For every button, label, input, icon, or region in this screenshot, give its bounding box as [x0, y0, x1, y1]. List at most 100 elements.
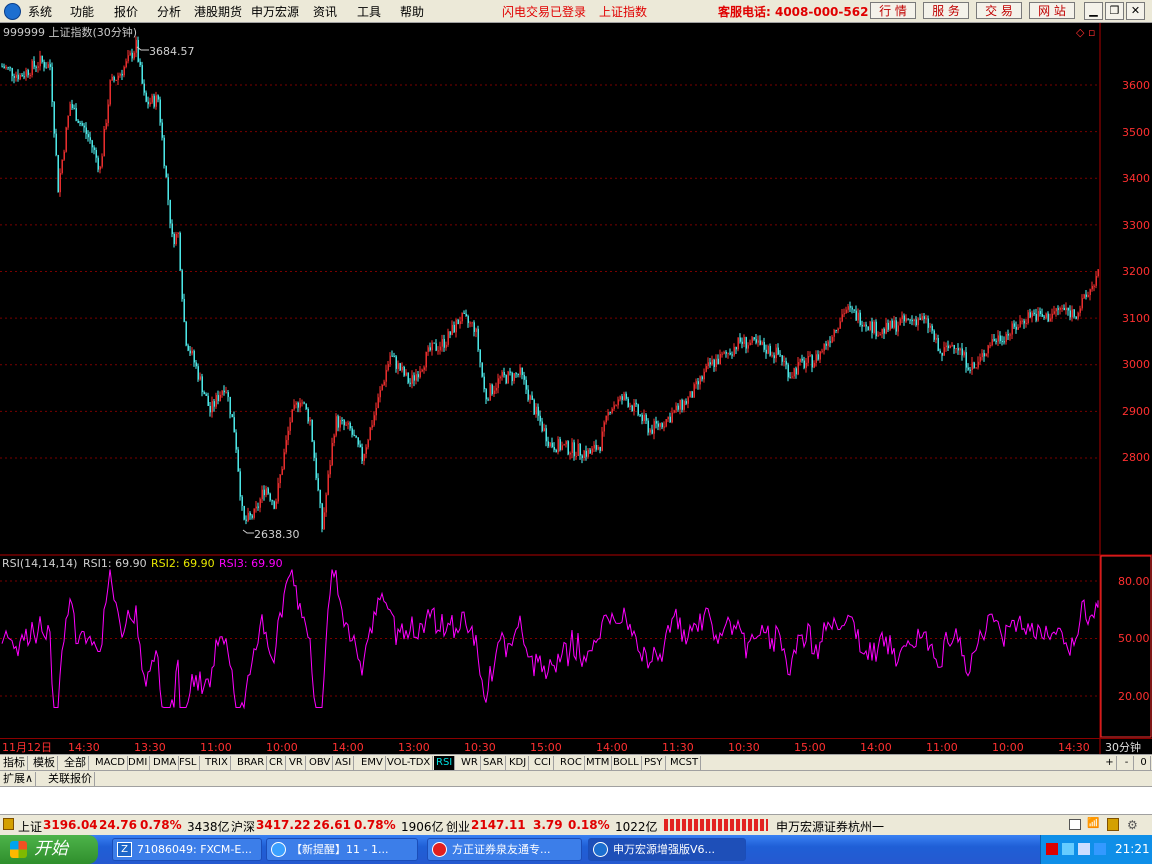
candle-body [437, 350, 439, 352]
zoom-out-button[interactable]: - [1120, 756, 1134, 770]
menu-system[interactable]: 系统 [28, 3, 52, 20]
tab-expand[interactable]: 扩展∧ [1, 772, 37, 786]
tab-all[interactable]: 全部 [62, 756, 89, 770]
menu-news[interactable]: 资讯 [313, 3, 337, 20]
nav-trade-button[interactable]: 交 易 [976, 2, 1022, 19]
cy-index-label[interactable]: 创业 [446, 818, 470, 835]
candle-body [87, 134, 89, 138]
hs-index-label[interactable]: 沪深 [231, 818, 255, 835]
sh-index-label[interactable]: 上证 [18, 818, 42, 835]
clock[interactable]: 21:21 [1115, 842, 1150, 856]
menu-function[interactable]: 功能 [70, 3, 94, 20]
tab-kdj[interactable]: KDJ [507, 756, 530, 770]
nav-service-button[interactable]: 服 务 [923, 2, 969, 19]
nav-website-button[interactable]: 网 站 [1029, 2, 1075, 19]
rsi-tick-50: 50.00 [1118, 632, 1150, 645]
tab-indicator[interactable]: 指标 [1, 756, 28, 770]
taskbar-reminder[interactable]: 【新提醒】11 - 1... [266, 838, 418, 861]
signal-icon[interactable]: 📶 [1087, 818, 1099, 831]
candle-body [1083, 294, 1085, 299]
tab-dma[interactable]: DMA [151, 756, 180, 770]
tab-cci[interactable]: CCI [532, 756, 554, 770]
tab-macd[interactable]: MACD [93, 756, 128, 770]
candle-body [409, 382, 411, 384]
period-label[interactable]: 30分钟 [1105, 740, 1141, 754]
tab-mcst[interactable]: MCST [668, 756, 702, 770]
tab-vr[interactable]: VR [287, 756, 306, 770]
tab-emv[interactable]: EMV [359, 756, 386, 770]
candle-body [825, 343, 827, 346]
tab-mtm[interactable]: MTM [584, 756, 613, 770]
menu-hk-futures[interactable]: 港股期货 [194, 3, 242, 20]
chart-window-icon[interactable]: ▫ [1088, 26, 1095, 39]
close-icon[interactable]: ✕ [1126, 2, 1145, 20]
candle-body [681, 399, 683, 410]
candle-body [1053, 311, 1055, 314]
tab-fsl[interactable]: FSL [177, 756, 200, 770]
tray-app-icon[interactable] [1046, 843, 1058, 855]
tray-volume-icon[interactable] [1078, 843, 1090, 855]
tab-template[interactable]: 模板 [31, 756, 58, 770]
chart-area[interactable]: 999999 上证指数(30分钟) ◇ ▫ 3684.57 2638.30 RS… [0, 23, 1152, 738]
tab-related-quotes[interactable]: 关联报价 [46, 772, 95, 786]
start-button[interactable]: 开始 [0, 835, 98, 864]
candle-body [213, 401, 215, 407]
tab-obv[interactable]: OBV [307, 756, 334, 770]
kline-chart-svg[interactable]: 999999 上证指数(30分钟) ◇ ▫ 3684.57 2638.30 RS… [0, 23, 1152, 738]
menu-quote[interactable]: 报价 [114, 3, 138, 20]
tray-shield-icon[interactable] [1094, 843, 1106, 855]
candle-body [389, 355, 391, 365]
candle-body [745, 337, 747, 349]
candle-body [747, 345, 749, 349]
nav-market-button[interactable]: 行 情 [870, 2, 916, 19]
tray-network-icon[interactable] [1062, 843, 1074, 855]
candle-body [839, 321, 841, 329]
cy-index-change: 3.79 [533, 818, 563, 832]
current-symbol-status: 上证指数 [599, 5, 648, 19]
tab-vol-tdx[interactable]: VOL-TDX [385, 756, 434, 770]
tab-boll[interactable]: BOLL [611, 756, 642, 770]
candle-body [1077, 312, 1079, 319]
tab-cr[interactable]: CR [267, 756, 286, 770]
tab-brar[interactable]: BRAR [235, 756, 268, 770]
candle-body [957, 348, 959, 351]
tab-asi[interactable]: ASI [333, 756, 355, 770]
tab-rsi[interactable]: RSI [434, 756, 456, 770]
candle-body [1045, 313, 1047, 318]
menu-analysis[interactable]: 分析 [157, 3, 181, 20]
candle-body [713, 359, 715, 367]
candle-body [571, 442, 573, 453]
time-label: 10:30 [464, 741, 496, 754]
message-icon[interactable] [1069, 819, 1081, 830]
zoom-in-button[interactable]: + [1103, 756, 1117, 770]
taskbar-founder[interactable]: 方正证券泉友通专... [427, 838, 582, 861]
candle-body [353, 434, 355, 437]
candle-body [849, 306, 851, 308]
tab-roc[interactable]: ROC [558, 756, 585, 770]
tab-sar[interactable]: SAR [481, 756, 507, 770]
task-label: 【新提醒】11 - 1... [291, 843, 389, 856]
lock-status-icon[interactable] [1107, 818, 1119, 831]
settings-icon[interactable]: ⚙ [1127, 818, 1141, 832]
zoom-reset-button[interactable]: 0 [1137, 756, 1151, 770]
candle-body [441, 338, 443, 347]
task-label: 71086049: FXCM-E... [137, 843, 252, 856]
tab-wr[interactable]: WR [459, 756, 481, 770]
candle-body [33, 60, 35, 67]
menu-help[interactable]: 帮助 [400, 3, 424, 20]
taskbar-swhy[interactable]: 申万宏源增强版V6... [588, 838, 746, 861]
candle-body [285, 440, 287, 453]
minimize-icon[interactable]: ▁ [1084, 2, 1103, 20]
tab-dmi[interactable]: DMI [126, 756, 151, 770]
candle-body [199, 376, 201, 380]
tab-trix[interactable]: TRIX [203, 756, 231, 770]
candle-body [323, 512, 325, 530]
candle-body [845, 309, 847, 314]
tab-psy[interactable]: PSY [642, 756, 666, 770]
menu-swhy[interactable]: 申万宏源 [251, 3, 299, 20]
candle-body [1061, 307, 1063, 309]
menu-tools[interactable]: 工具 [357, 3, 381, 20]
taskbar-fxcm[interactable]: Z 71086049: FXCM-E... [112, 838, 262, 861]
chart-diamond-icon[interactable]: ◇ [1076, 26, 1085, 39]
restore-icon[interactable]: ❐ [1105, 2, 1124, 20]
